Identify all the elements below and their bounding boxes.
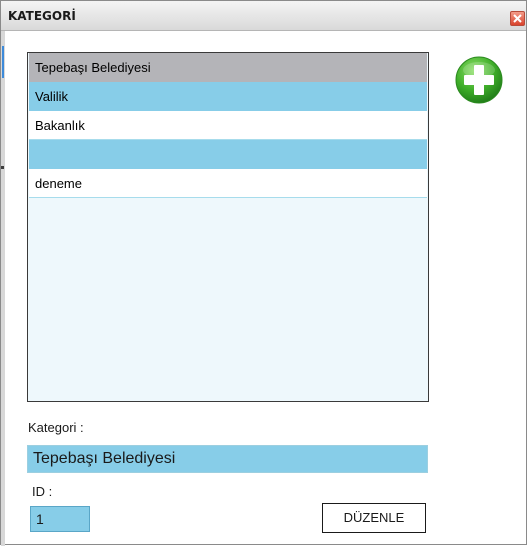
category-list[interactable]: Tepebaşı Belediyesi Valilik Bakanlık den… <box>27 52 429 402</box>
list-item[interactable]: Bakanlık <box>29 111 427 140</box>
kategori-field[interactable]: Tepebaşı Belediyesi <box>27 445 428 473</box>
id-label: ID : <box>32 484 53 499</box>
window-edge <box>1 31 5 546</box>
title-bar[interactable]: KATEGORİ <box>1 1 526 31</box>
plus-circle-icon <box>455 56 503 104</box>
add-category-button[interactable] <box>455 56 503 104</box>
kategori-window: KATEGORİ Tepebaşı Belediyesi Valilik Bak… <box>0 0 527 546</box>
list-item[interactable]: Valilik <box>29 82 427 111</box>
kategori-label: Kategori : <box>28 420 84 435</box>
window-title: KATEGORİ <box>8 9 76 23</box>
edit-button[interactable]: DÜZENLE <box>322 503 426 533</box>
list-item[interactable] <box>29 140 427 169</box>
list-item-label: deneme <box>35 176 82 191</box>
list-item-label: Tepebaşı Belediyesi <box>35 60 151 75</box>
list-item[interactable]: deneme <box>29 169 427 198</box>
edge-marker <box>2 46 4 78</box>
close-icon <box>513 14 522 23</box>
list-item-label: Valilik <box>35 89 68 104</box>
list-item-label: Bakanlık <box>35 118 85 133</box>
id-field[interactable]: 1 <box>30 506 90 532</box>
close-button[interactable] <box>510 11 525 26</box>
list-item[interactable]: Tepebaşı Belediyesi <box>29 53 427 82</box>
edge-marker <box>1 166 4 169</box>
